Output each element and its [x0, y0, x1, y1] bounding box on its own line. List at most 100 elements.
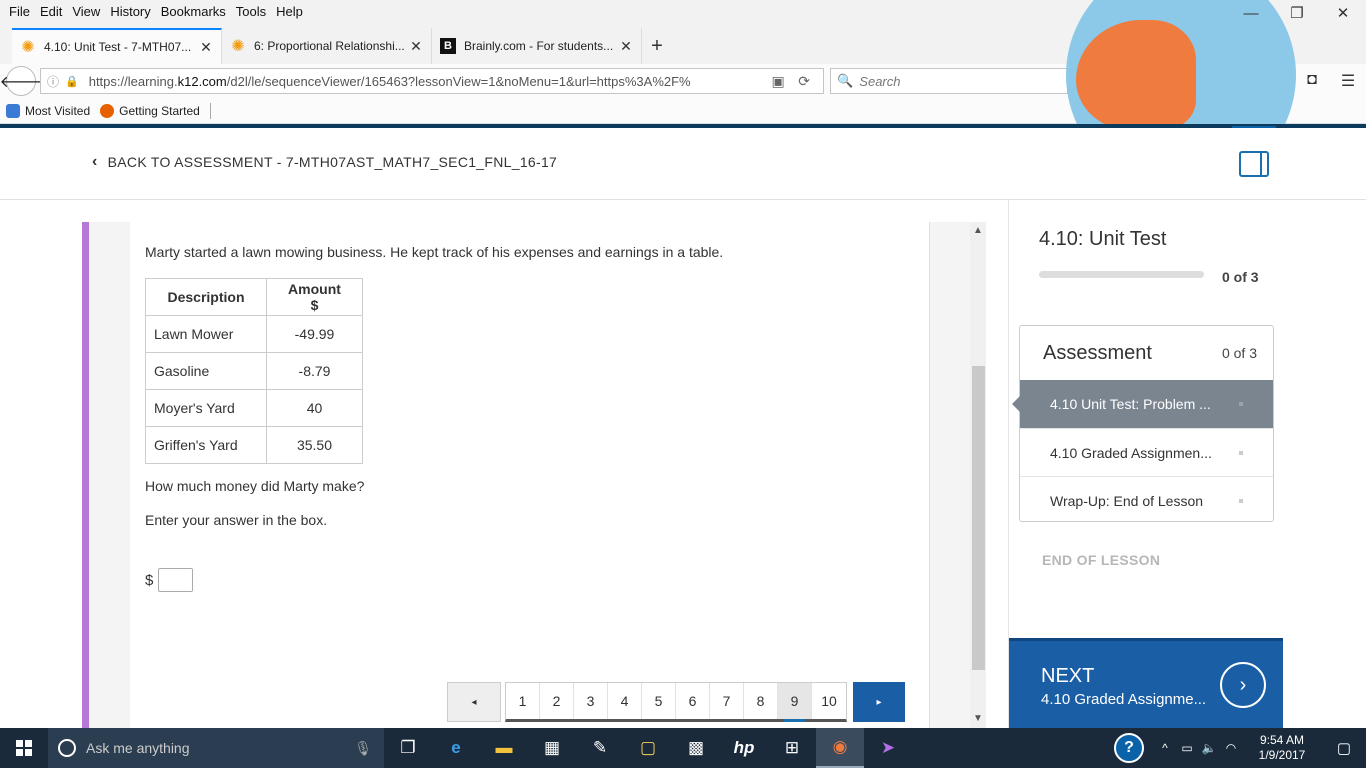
calculator-icon[interactable]: ▩ — [672, 728, 720, 768]
page-button-2[interactable]: 2 — [540, 683, 574, 719]
assessment-card-header: Assessment 0 of 3 — [1020, 326, 1273, 380]
tab-proportional[interactable]: ✺ 6: Proportional Relationshi... ✕ — [222, 28, 432, 64]
bookmark-getting-started[interactable]: Getting Started — [100, 103, 200, 118]
back-button[interactable]: 🡐 — [0, 66, 42, 96]
status-dot-icon — [1239, 498, 1243, 503]
menu-edit[interactable]: Edit — [35, 4, 67, 19]
microphone-icon[interactable]: 🎙 — [354, 740, 372, 757]
question-pager: ◂ 1 2 3 4 5 6 7 8 9 10 ▸ — [447, 682, 905, 722]
status-dot-icon — [1239, 450, 1243, 455]
sticky-folder-icon[interactable]: ▢ — [624, 728, 672, 768]
url-bar[interactable]: ⓘ 🔒 https://learning.k12.com/d2l/le/sequ… — [40, 68, 825, 94]
content-scrollbar[interactable]: ▲ ▼ — [970, 222, 986, 728]
volume-icon[interactable]: 🔈 — [1198, 741, 1220, 755]
clock-time: 9:54 AM — [1259, 733, 1305, 747]
menu-tools[interactable]: Tools — [231, 4, 271, 19]
search-bar[interactable]: 🔍 Search — [830, 68, 1068, 94]
lesson-title: 4.10: Unit Test — [1039, 228, 1167, 250]
table-row: Gasoline -8.79 — [145, 352, 363, 390]
download-icon[interactable]: ⬇ — [1150, 71, 1186, 91]
chevron-left-icon: ‹ — [92, 153, 98, 170]
table-cell-description: Griffen's Yard — [145, 426, 267, 464]
history-icon[interactable]: ◔ — [1222, 71, 1258, 91]
menu-bookmarks[interactable]: Bookmarks — [156, 4, 231, 19]
table-row: Moyer's Yard 40 — [145, 389, 363, 427]
pager-next-button[interactable]: ▸ — [853, 682, 905, 722]
question-prompt: How much money did Marty make? — [145, 478, 365, 494]
chevron-up-icon[interactable]: ^ — [1154, 741, 1176, 755]
pager-prev-button[interactable]: ◂ — [447, 682, 501, 722]
page-button-7[interactable]: 7 — [710, 683, 744, 719]
page-button-5[interactable]: 5 — [642, 683, 676, 719]
edge-icon[interactable]: e — [432, 728, 480, 768]
table-row: Griffen's Yard 35.50 — [145, 426, 363, 464]
pocket-icon[interactable]: ◘ — [1294, 71, 1330, 91]
new-tab-button[interactable]: + — [642, 28, 672, 64]
sidebar-item-label: 4.10 Unit Test: Problem ... — [1050, 396, 1211, 412]
tab-brainly[interactable]: B Brainly.com - For students... ✕ — [432, 28, 642, 64]
bookmark-most-visited[interactable]: Most Visited — [6, 103, 90, 118]
table-cell-amount: -49.99 — [266, 315, 363, 353]
firefox-taskbar-icon[interactable]: ◉ — [816, 728, 864, 768]
page-button-8[interactable]: 8 — [744, 683, 778, 719]
sidebar-item-unit-test[interactable]: 4.10 Unit Test: Problem ... — [1012, 380, 1273, 428]
battery-icon[interactable]: ▭ — [1176, 741, 1198, 755]
table-cell-amount: 35.50 — [266, 426, 363, 464]
scroll-thumb[interactable] — [972, 366, 985, 670]
scroll-up-icon[interactable]: ▲ — [970, 224, 986, 238]
cortana-search-box[interactable]: Ask me anything 🎙 — [48, 728, 384, 768]
currency-symbol: $ — [145, 571, 154, 589]
page-button-6[interactable]: 6 — [676, 683, 710, 719]
close-tab-icon[interactable]: ✕ — [619, 38, 633, 55]
page-button-10[interactable]: 10 — [812, 683, 846, 719]
wifi-icon[interactable]: ◠ — [1220, 741, 1242, 755]
cortana-icon — [58, 739, 76, 757]
menu-file[interactable]: File — [4, 4, 35, 19]
scroll-down-icon[interactable]: ▼ — [970, 712, 986, 726]
paint-icon[interactable]: ▦ — [528, 728, 576, 768]
answer-input[interactable] — [158, 568, 194, 592]
windows-taskbar: Ask me anything 🎙 ❐ e ▬ ▦ ✎ ▢ ▩ hp ⊞ ◉ ➤… — [0, 728, 1366, 768]
back-to-assessment-link[interactable]: ‹ BACK TO ASSESSMENT - 7-MTH07AST_MATH7_… — [92, 153, 557, 171]
close-tab-icon[interactable]: ✕ — [199, 39, 213, 56]
close-tab-icon[interactable]: ✕ — [409, 38, 423, 55]
bookmarks-bar: Most Visited Getting Started — [0, 98, 1366, 124]
file-explorer-icon[interactable]: ▬ — [480, 728, 528, 768]
paint-palette-icon[interactable]: ✎ — [576, 728, 624, 768]
hp-icon[interactable]: hp — [720, 728, 768, 768]
minimize-button[interactable]: — — [1228, 0, 1274, 28]
page-button-1[interactable]: 1 — [506, 683, 540, 719]
page-button-3[interactable]: 3 — [574, 683, 608, 719]
help-icon[interactable]: ? — [1114, 733, 1144, 763]
menu-help[interactable]: Help — [271, 4, 308, 19]
menu-history[interactable]: History — [105, 4, 155, 19]
info-icon[interactable]: ⓘ — [47, 73, 59, 90]
close-window-button[interactable]: ✕ — [1320, 0, 1366, 28]
restore-button[interactable]: ❐ — [1274, 0, 1320, 28]
task-view-icon[interactable]: ❐ — [384, 728, 432, 768]
sync-icon[interactable]: ⇅ — [1258, 71, 1294, 91]
hamburger-menu-icon[interactable]: ☰ — [1330, 71, 1366, 91]
chevron-right-icon: › — [1220, 662, 1266, 708]
folder-icon — [6, 103, 20, 118]
next-button[interactable]: NEXT 4.10 Graded Assignme... › — [1009, 638, 1283, 728]
start-button[interactable] — [0, 728, 48, 768]
panel-toggle-icon[interactable] — [1239, 151, 1269, 177]
sidebar-item-wrap-up[interactable]: Wrap-Up: End of Lesson — [1020, 476, 1273, 524]
page-button-9[interactable]: 9 — [778, 683, 812, 722]
brainly-icon: B — [440, 38, 456, 54]
sidebar-item-label: Wrap-Up: End of Lesson — [1050, 492, 1204, 509]
star-icon[interactable]: ☆ — [1078, 71, 1114, 91]
notifications-icon[interactable]: ▢ — [1322, 739, 1366, 757]
menu-view[interactable]: View — [67, 4, 105, 19]
reading-list-icon[interactable]: ▤ — [1114, 71, 1150, 91]
onenote-icon[interactable]: ➤ — [864, 728, 912, 768]
reload-icon[interactable]: ⟳ — [791, 73, 817, 90]
home-icon[interactable]: ⌂ — [1186, 71, 1222, 91]
page-button-4[interactable]: 4 — [608, 683, 642, 719]
clock[interactable]: 9:54 AM 1/9/2017 — [1242, 733, 1322, 763]
tab-unit-test[interactable]: ✺ 4.10: Unit Test - 7-MTH07... ✕ — [12, 28, 222, 64]
reader-view-icon[interactable]: ▣ — [765, 73, 791, 90]
sidebar-item-graded-assignment[interactable]: 4.10 Graded Assignmen... — [1020, 428, 1273, 476]
store-icon[interactable]: ⊞ — [768, 728, 816, 768]
